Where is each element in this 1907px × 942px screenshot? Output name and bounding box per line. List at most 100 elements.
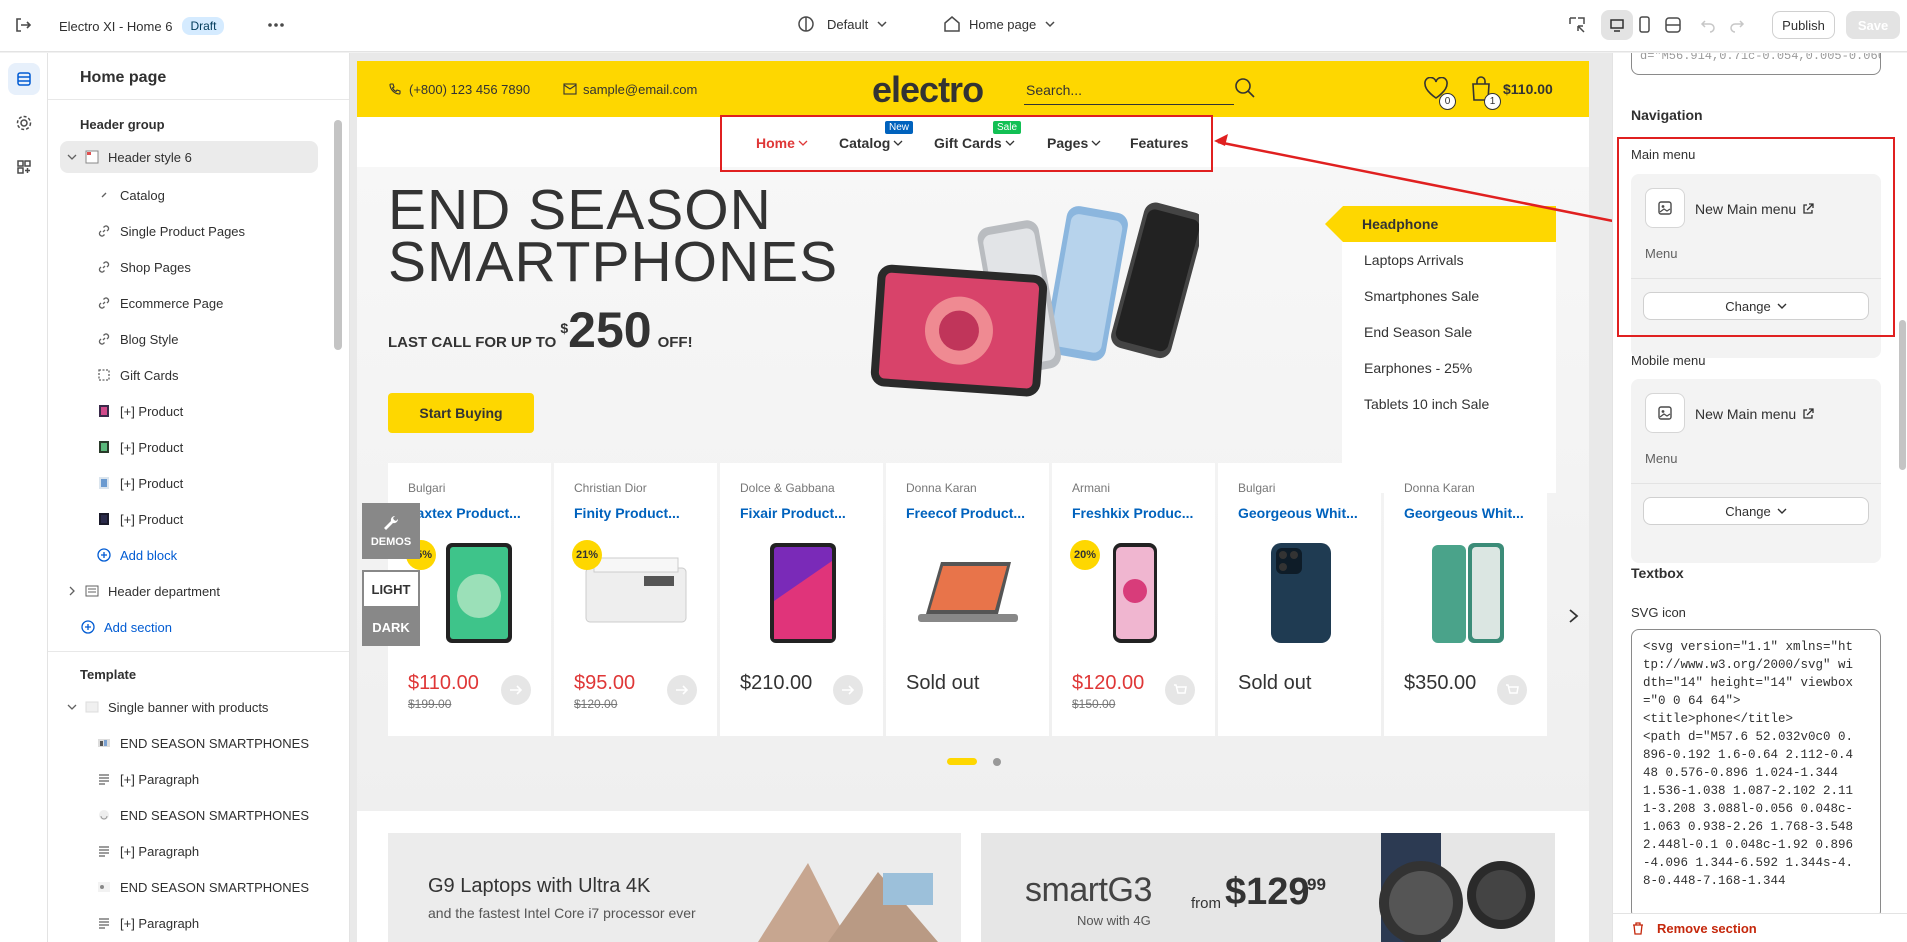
theme-settings-nav-button[interactable] xyxy=(8,107,40,139)
apps-nav-button[interactable] xyxy=(8,151,40,183)
settings-scrollbar[interactable] xyxy=(1898,55,1907,940)
phone-icon xyxy=(389,82,401,95)
annotation-arrow xyxy=(1214,134,1624,225)
mobile-menu-picker: New Main menu Menu Change xyxy=(1631,379,1881,563)
product-image[interactable] xyxy=(1414,541,1519,646)
store-search-input[interactable]: Search... xyxy=(1024,75,1234,105)
light-mode-button[interactable]: LIGHT xyxy=(362,570,420,608)
add-to-cart-button[interactable] xyxy=(1497,675,1527,705)
start-buying-button[interactable]: Start Buying xyxy=(388,393,534,433)
product-image[interactable] xyxy=(750,541,855,646)
add-section-button[interactable]: Add section xyxy=(80,611,349,643)
mobile-menu-type: Menu xyxy=(1645,451,1678,466)
mobile-menu-label: Mobile menu xyxy=(1631,353,1706,368)
section-single-banner[interactable]: Single banner with products xyxy=(60,691,349,723)
mobile-menu-link[interactable]: New Main menu xyxy=(1695,406,1814,422)
block-heading[interactable]: END SEASON SMARTPHONES xyxy=(96,727,349,759)
code-textarea-top[interactable]: d="M56.914,0.71c-0.054,0.005-0.066.0.008… xyxy=(1631,53,1881,75)
smartwatch-promo-banner[interactable]: smartG3 Now with 4G from $129 99 xyxy=(981,833,1555,942)
product-image[interactable] xyxy=(1248,541,1353,646)
undo-icon[interactable] xyxy=(1700,17,1716,33)
block-paragraph[interactable]: [+] Paragraph xyxy=(96,763,349,795)
block-heading[interactable]: END SEASON SMARTPHONES xyxy=(96,799,349,831)
block-blog-style[interactable]: Blog Style xyxy=(96,323,349,355)
block-heading[interactable]: END SEASON SMARTPHONES xyxy=(96,871,349,903)
search-icon[interactable] xyxy=(1234,77,1256,102)
remove-section-button[interactable]: Remove section xyxy=(1613,913,1907,942)
svg-icon-label: SVG icon xyxy=(1631,605,1686,620)
product-name[interactable]: Freshkix Produc... xyxy=(1072,505,1193,521)
change-mobile-menu-button[interactable]: Change xyxy=(1643,497,1869,525)
publish-button[interactable]: Publish xyxy=(1772,11,1835,39)
product-card[interactable]: Bulgari Georgeous Whit... Sold out xyxy=(1218,463,1381,736)
save-button[interactable]: Save xyxy=(1846,11,1900,39)
inspector-icon[interactable] xyxy=(1568,16,1586,34)
theme-preset-select[interactable]: Default xyxy=(797,15,888,33)
product-name[interactable]: Georgeous Whit... xyxy=(1238,505,1358,521)
fullscreen-view-button[interactable] xyxy=(1664,16,1682,34)
annotation-highlight-main-menu xyxy=(1617,137,1895,337)
add-to-cart-button[interactable] xyxy=(667,675,697,705)
product-name[interactable]: Fixair Product... xyxy=(740,505,846,521)
block-product[interactable]: [+] Product xyxy=(96,395,349,427)
divider xyxy=(48,651,349,652)
promo-brand: smartG3 xyxy=(1025,871,1152,909)
section-header-style[interactable]: Header style 6 xyxy=(60,141,318,173)
block-product[interactable]: [+] Product xyxy=(96,431,349,463)
product-price: $110.00 xyxy=(408,672,479,694)
product-name[interactable]: Georgeous Whit... xyxy=(1404,505,1524,521)
add-to-cart-button[interactable] xyxy=(833,675,863,705)
carousel-dot[interactable] xyxy=(993,758,1001,766)
product-brand: Donna Karan xyxy=(906,481,977,495)
add-to-cart-button[interactable] xyxy=(501,675,531,705)
product-card[interactable]: Donna Karan Freecof Product... Sold out xyxy=(886,463,1049,736)
block-paragraph[interactable]: [+] Paragraph xyxy=(96,835,349,867)
product-brand: Armani xyxy=(1072,481,1111,495)
product-image[interactable] xyxy=(916,541,1021,646)
block-shop-pages[interactable]: Shop Pages xyxy=(96,251,349,283)
block-single-product[interactable]: Single Product Pages xyxy=(96,215,349,247)
block-catalog[interactable]: Catalog xyxy=(96,179,349,211)
product-card[interactable]: Christian Dior Finity Product... 21% $95… xyxy=(554,463,717,736)
page-select[interactable]: Home page xyxy=(943,15,1056,33)
product-name[interactable]: Finity Product... xyxy=(574,505,680,521)
product-card[interactable]: Dolce & Gabbana Fixair Product... $210.0… xyxy=(720,463,883,736)
block-product[interactable]: [+] Product xyxy=(96,467,349,499)
exit-icon[interactable] xyxy=(14,16,32,34)
block-paragraph[interactable]: [+] Paragraph xyxy=(96,907,349,939)
section-header-department[interactable]: Header department xyxy=(60,575,349,607)
add-to-cart-button[interactable] xyxy=(1165,675,1195,705)
dark-mode-button[interactable]: DARK xyxy=(362,608,420,646)
block-gift-cards[interactable]: Gift Cards xyxy=(96,359,349,391)
carousel-dot-active[interactable] xyxy=(947,758,977,765)
block-product[interactable]: [+] Product xyxy=(96,503,349,535)
cart-count: 1 xyxy=(1484,93,1501,110)
product-name[interactable]: Freecof Product... xyxy=(906,505,1025,521)
email-info: sample@email.com xyxy=(563,61,697,117)
chevron-right-icon xyxy=(64,583,80,599)
svg-icon-textarea[interactable]: <svg version="1.1" xmlns="http://www.w3.… xyxy=(1631,629,1881,919)
product-brand: Donna Karan xyxy=(1404,481,1475,495)
add-block-button[interactable]: Add block xyxy=(96,539,349,571)
sidebar-scrollbar[interactable] xyxy=(333,100,343,940)
carousel-next-icon[interactable] xyxy=(1567,608,1581,627)
desktop-view-button[interactable] xyxy=(1601,10,1633,40)
side-menu-item[interactable]: Laptops Arrivals xyxy=(1364,252,1464,268)
product-price: $350.00 xyxy=(1404,672,1477,694)
side-menu-item[interactable]: End Season Sale xyxy=(1364,324,1472,340)
side-menu-item[interactable]: Earphones - 25% xyxy=(1364,360,1472,376)
product-thumbnail-icon xyxy=(96,475,112,491)
laptop-promo-banner[interactable]: G9 Laptops with Ultra 4K and the fastest… xyxy=(388,833,961,942)
product-card[interactable]: Donna Karan Georgeous Whit... $350.00 xyxy=(1384,463,1547,736)
side-menu-item[interactable]: Smartphones Sale xyxy=(1364,288,1479,304)
more-actions-button[interactable] xyxy=(266,15,286,35)
sections-nav-button[interactable] xyxy=(8,63,40,95)
store-logo[interactable]: electro xyxy=(872,69,984,111)
side-menu-item[interactable]: Tablets 10 inch Sale xyxy=(1364,396,1489,412)
block-ecommerce-page[interactable]: Ecommerce Page xyxy=(96,287,349,319)
product-name[interactable]: Faxtex Product... xyxy=(408,505,521,521)
redo-icon[interactable] xyxy=(1729,17,1745,33)
mobile-view-button[interactable] xyxy=(1636,16,1652,34)
demos-button[interactable]: DEMOS xyxy=(362,503,420,559)
product-card[interactable]: Armani Freshkix Produc... 20% $120.00 $1… xyxy=(1052,463,1215,736)
